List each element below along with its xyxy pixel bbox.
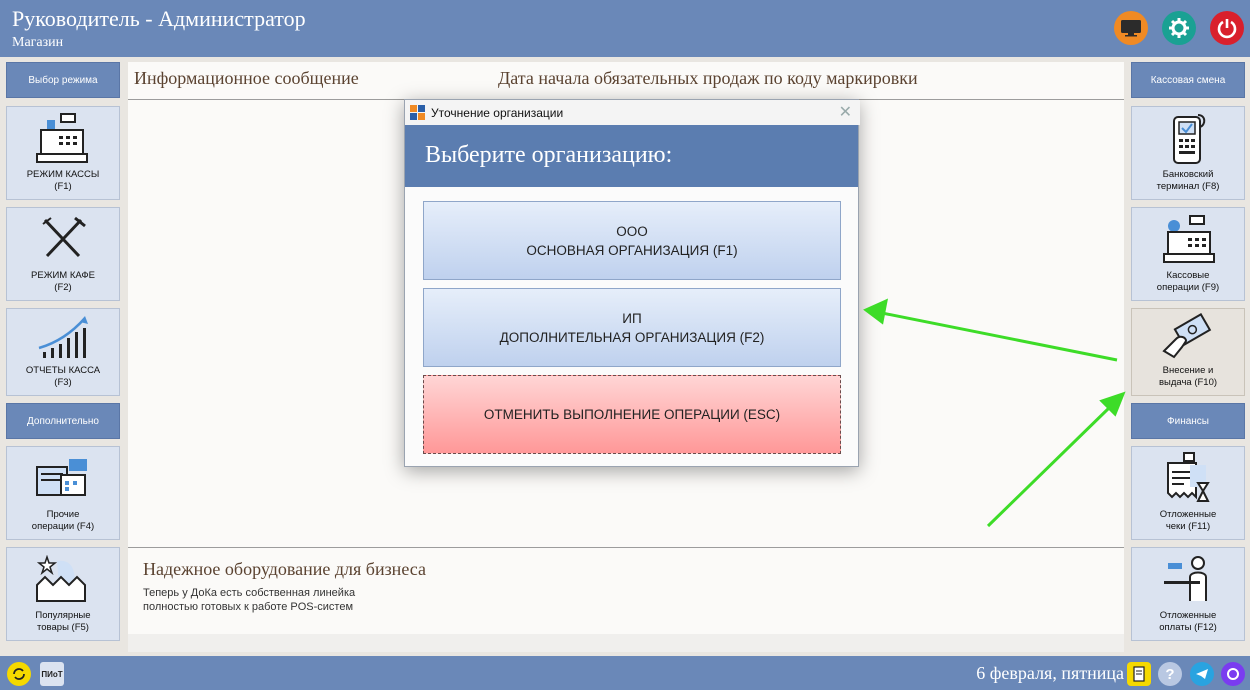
documents-icon	[36, 459, 87, 496]
deferred-receipts-button[interactable]: Отложенные чеки (F11)	[1131, 446, 1245, 540]
organization-dialog: Уточнение организации ✕ Выберите организ…	[404, 99, 860, 467]
gear-icon[interactable]	[1162, 11, 1196, 45]
section-additional: Дополнительно	[6, 403, 120, 439]
app-title: Руководитель - Администратор	[12, 6, 306, 31]
section-finance: Финансы	[1131, 403, 1245, 439]
deferred-payments-button[interactable]: Отложенные оплаты (F12)	[1131, 547, 1245, 641]
cancel-operation-label: ОТМЕНИТЬ ВЫПОЛНЕНИЕ ОПЕРАЦИИ (ESC)	[483, 407, 781, 422]
fork-knife-icon	[42, 216, 86, 258]
ad-title[interactable]: Надежное оборудование для бизнеса	[143, 559, 426, 580]
section-mode-select: Выбор режима	[6, 62, 120, 98]
cancel-operation-button[interactable]: ОТМЕНИТЬ ВЫПОЛНЕНИЕ ОПЕРАЦИИ (ESC)	[423, 375, 841, 454]
other-operations-label: Прочие операции (F4)	[31, 509, 95, 532]
status-bar: ПИоТ 6 февраля, пятница ?	[0, 656, 1250, 690]
cashier-icon	[1163, 215, 1215, 263]
dialog-window-title: Уточнение организации	[431, 106, 564, 120]
org-additional-name: ДОПОЛНИТЕЛЬНАЯ ОРГАНИЗАЦИЯ (F2)	[499, 329, 765, 345]
other-operations-button[interactable]: Прочие операции (F4)	[6, 446, 120, 540]
cash-register-icon	[36, 113, 88, 163]
chart-icon	[38, 316, 88, 358]
sync-icon[interactable]	[7, 662, 31, 686]
current-date: 6 февраля, пятница	[976, 663, 1124, 683]
popular-goods-icon	[36, 555, 86, 602]
marking-date-header: Дата начала обязательных продаж по коду …	[498, 68, 918, 88]
dialog-heading-bar: Выберите организацию:	[405, 125, 858, 187]
person-payment-icon	[1164, 556, 1207, 601]
org-main-type: ООО	[616, 223, 648, 239]
deferred-receipts-label: Отложенные чеки (F11)	[1159, 509, 1217, 532]
bottom-band	[128, 634, 1124, 652]
org-additional-type: ИП	[622, 310, 642, 326]
piot-badge[interactable]: ПИоТ	[40, 662, 64, 686]
info-message-header: Информационное сообщение	[134, 68, 359, 88]
bank-terminal-button[interactable]: Банковский терминал (F8)	[1131, 106, 1245, 200]
app-logo-icon	[410, 105, 425, 120]
cafe-mode-label: РЕЖИМ КАФЕ (F2)	[31, 270, 95, 293]
org-main-button[interactable]: ООО ОСНОВНАЯ ОРГАНИЗАЦИЯ (F1)	[423, 201, 841, 280]
org-additional-button[interactable]: ИП ДОПОЛНИТЕЛЬНАЯ ОРГАНИЗАЦИЯ (F2)	[423, 288, 841, 367]
app-subtitle: Магазин	[12, 35, 64, 50]
reports-button[interactable]: ОТЧЕТЫ КАССА (F3)	[6, 308, 120, 396]
telegram-icon[interactable]	[1190, 662, 1214, 686]
power-icon[interactable]	[1210, 11, 1244, 45]
deferred-payments-label: Отложенные оплаты (F12)	[1159, 610, 1217, 633]
dialog-heading: Выберите организацию:	[425, 142, 673, 168]
reports-label: ОТЧЕТЫ КАССА (F3)	[25, 365, 101, 388]
bank-terminal-icon	[1173, 114, 1206, 164]
help-icon[interactable]: ?	[1158, 662, 1182, 686]
ad-divider	[128, 547, 1124, 548]
deposit-withdraw-label: Внесение и выдача (F10)	[1158, 365, 1218, 388]
cash-operations-label: Кассовые операции (F9)	[1156, 270, 1220, 293]
cash-mode-label: РЕЖИМ КАССЫ (F1)	[26, 169, 100, 192]
ad-text: Теперь у ДоКа есть собственная линейка п…	[143, 587, 356, 613]
popular-goods-button[interactable]: Популярные товары (F5)	[6, 547, 120, 641]
chat-icon[interactable]	[1221, 662, 1245, 686]
receipt-hourglass-icon	[1167, 452, 1210, 502]
cash-operations-button[interactable]: Кассовые операции (F9)	[1131, 207, 1245, 301]
deposit-withdraw-button[interactable]: Внесение и выдача (F10)	[1131, 308, 1245, 396]
money-hand-icon	[1162, 313, 1212, 359]
dialog-titlebar: Уточнение организации ✕	[405, 100, 860, 125]
cash-mode-button[interactable]: РЕЖИМ КАССЫ (F1)	[6, 106, 120, 200]
close-icon[interactable]: ✕	[839, 102, 852, 122]
cafe-mode-button[interactable]: РЕЖИМ КАФЕ (F2)	[6, 207, 120, 301]
monitor-icon[interactable]	[1114, 11, 1148, 45]
bank-terminal-label: Банковский терминал (F8)	[1156, 169, 1220, 192]
popular-goods-label: Популярные товары (F5)	[35, 610, 91, 633]
notes-icon[interactable]	[1127, 662, 1151, 686]
section-cash-shift: Кассовая смена	[1131, 62, 1245, 98]
top-bar: Руководитель - Администратор Магазин	[0, 0, 1250, 57]
org-main-name: ОСНОВНАЯ ОРГАНИЗАЦИЯ (F1)	[526, 242, 738, 258]
